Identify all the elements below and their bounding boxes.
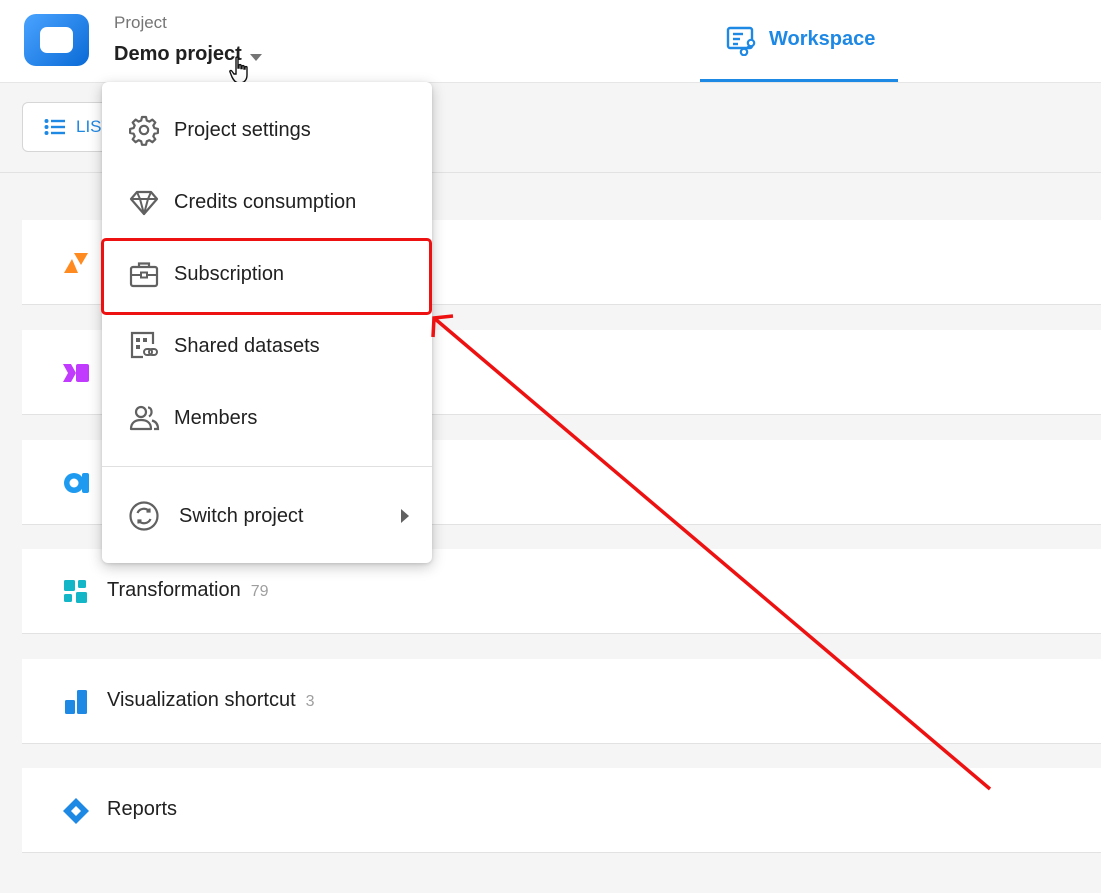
menu-item-label: Project settings xyxy=(174,119,311,141)
annotation-highlight-box xyxy=(101,238,432,315)
menu-item-label: Switch project xyxy=(179,505,304,527)
menu-item-members[interactable]: Members xyxy=(102,382,432,454)
gear-icon xyxy=(129,115,159,146)
list-item-title: Visualization shortcut xyxy=(107,689,296,711)
list-item-label: Visualization shortcut 3 xyxy=(107,689,315,712)
list-item[interactable]: Visualization shortcut 3 xyxy=(22,659,1101,744)
list-icon xyxy=(44,119,65,135)
switch-project-icon xyxy=(129,501,159,531)
tab-workspace[interactable]: Workspace xyxy=(700,0,898,82)
members-icon xyxy=(129,405,160,431)
tab-workspace-label: Workspace xyxy=(769,28,876,50)
list-item-label: Transformation 79 xyxy=(107,579,269,602)
menu-item-label: Members xyxy=(174,407,258,429)
shared-dataset-icon xyxy=(130,331,158,359)
project-label: Project xyxy=(114,13,167,32)
diamond-icon xyxy=(129,190,159,216)
list-item-label: Reports xyxy=(107,798,178,820)
transformation-icon xyxy=(64,580,87,603)
orange-triangles-icon xyxy=(64,253,88,273)
project-menu: Project settings Credits consumption Sub… xyxy=(102,82,432,563)
menu-divider xyxy=(102,466,432,467)
menu-item-switch-project[interactable]: Switch project xyxy=(102,480,432,552)
purple-arrow-icon xyxy=(63,364,89,382)
list-item-count: 3 xyxy=(305,693,315,710)
chevron-right-icon xyxy=(401,509,409,523)
reports-diamond-icon xyxy=(63,798,89,824)
bar-chart-icon xyxy=(65,690,87,714)
workspace-icon xyxy=(726,26,756,56)
project-selector[interactable]: Demo project xyxy=(114,43,242,66)
list-item-title: Transformation xyxy=(107,579,241,601)
menu-item-shared-datasets[interactable]: Shared datasets xyxy=(102,310,432,382)
top-bar: Project Demo project Workspace xyxy=(0,0,1101,84)
menu-item-project-settings[interactable]: Project settings xyxy=(102,94,432,166)
menu-item-label: Shared datasets xyxy=(174,335,320,357)
list-item-count: 79 xyxy=(250,583,269,600)
list-item[interactable]: Reports xyxy=(22,768,1101,853)
menu-item-label: Credits consumption xyxy=(174,191,357,213)
menu-item-credits-consumption[interactable]: Credits consumption xyxy=(102,166,432,238)
app-logo[interactable] xyxy=(24,14,89,66)
blue-circle-icon xyxy=(64,473,89,493)
active-tab-indicator xyxy=(700,79,898,82)
